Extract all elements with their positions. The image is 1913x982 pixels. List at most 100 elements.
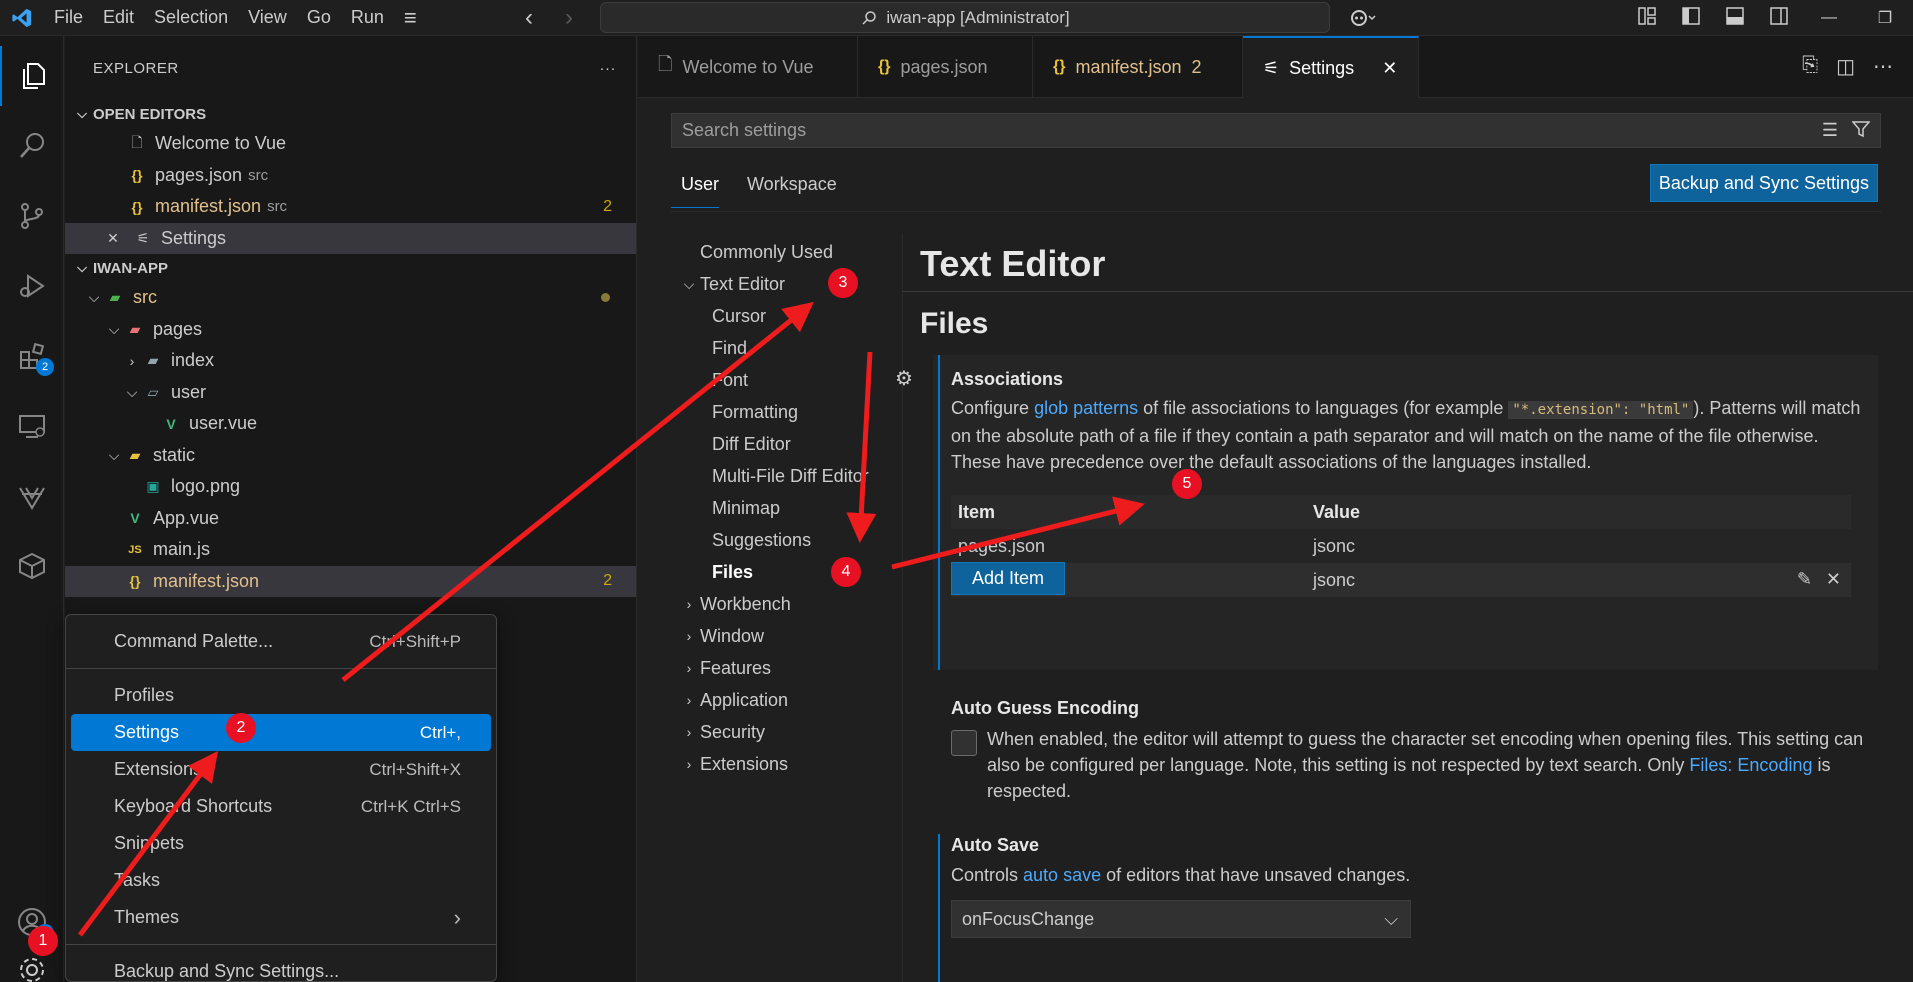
toggle-panel-icon[interactable] <box>1718 6 1752 30</box>
menu-settings[interactable]: Settings Ctrl+, <box>71 714 491 751</box>
toc-item[interactable]: Suggestions <box>678 524 938 556</box>
setting-description: When enabled, the editor will attempt to… <box>987 729 1864 801</box>
restore-icon[interactable]: ❐ <box>1862 8 1908 28</box>
glob-patterns-link[interactable]: glob patterns <box>1034 398 1138 418</box>
menu-run[interactable]: Run <box>341 7 394 28</box>
menu-extensions[interactable]: Extensions Ctrl+Shift+X <box>71 751 491 788</box>
setting-gear-icon[interactable]: ⚙ <box>895 366 913 391</box>
tree-file[interactable]: V App.vue <box>65 503 636 535</box>
layout-icon[interactable] <box>1630 6 1664 30</box>
toc-item[interactable]: › Workbench <box>678 588 938 620</box>
auto-guess-checkbox[interactable] <box>951 730 977 756</box>
run-debug-icon[interactable] <box>0 256 64 316</box>
scope-tab-user[interactable]: User <box>671 174 720 208</box>
source-control-icon[interactable] <box>0 186 64 246</box>
scope-tab-workspace[interactable]: Workspace <box>737 174 837 208</box>
tree-file[interactable]: V user.vue <box>65 408 636 440</box>
tab-settings[interactable]: ⚟ Settings ✕ <box>1243 36 1419 98</box>
row-value: jsonc <box>1313 535 1356 556</box>
settings-search-input[interactable]: Search settings ☰ <box>671 113 1881 148</box>
remote-explorer-icon[interactable] <box>0 396 64 456</box>
menu-shortcut: Ctrl+Shift+X <box>369 759 461 779</box>
toc-item[interactable]: Cursor <box>678 300 938 332</box>
search-icon[interactable] <box>0 116 64 176</box>
clear-search-icon[interactable]: ☰ <box>1822 120 1838 143</box>
menu-file[interactable]: File <box>44 7 93 28</box>
explorer-icon[interactable] <box>0 46 64 106</box>
menu-profiles[interactable]: Profiles <box>71 677 491 714</box>
menu-tasks[interactable]: Tasks <box>71 862 491 899</box>
auto-save-select[interactable]: onFocusChange ⌵ <box>951 900 1411 938</box>
tab-welcome[interactable]: 🗋 Welcome to Vue <box>638 36 858 98</box>
close-tab-icon[interactable]: ✕ <box>1382 58 1397 79</box>
tree-folder[interactable]: › ▰ index <box>65 345 636 377</box>
forward-arrow-icon[interactable]: › <box>565 4 573 32</box>
open-editor-item[interactable]: {} manifest.json src 2 <box>65 191 636 223</box>
tree-folder[interactable]: ⌵ ▱ user <box>65 377 636 409</box>
tab-pages-json[interactable]: {} pages.json <box>858 36 1033 98</box>
menu-backup-sync[interactable]: Backup and Sync Settings... <box>71 953 491 982</box>
menu-snippets[interactable]: Snippets <box>71 825 491 862</box>
toc-item[interactable]: Commonly Used <box>678 236 938 268</box>
remove-item-icon[interactable]: ✕ <box>1826 569 1841 590</box>
more-menu-icon[interactable]: ≡ <box>394 5 427 31</box>
toggle-primary-sidebar-icon[interactable] <box>1674 6 1708 30</box>
menu-go[interactable]: Go <box>297 7 341 28</box>
extensions-icon[interactable]: 2 <box>0 326 64 386</box>
menu-themes[interactable]: Themes › <box>71 899 491 936</box>
toc-item[interactable]: Find <box>678 332 938 364</box>
toggle-secondary-sidebar-icon[interactable] <box>1762 6 1796 30</box>
auto-save-link[interactable]: auto save <box>1023 865 1101 885</box>
toc-item[interactable]: › Security <box>678 716 938 748</box>
menu-view[interactable]: View <box>238 7 297 28</box>
toc-item[interactable]: › Features <box>678 652 938 684</box>
toc-item[interactable]: ⌵ Text Editor <box>678 268 938 300</box>
files-encoding-link[interactable]: Files: Encoding <box>1689 755 1812 775</box>
tree-file[interactable]: ▣ logo.png <box>65 471 636 503</box>
table-row[interactable]: pages.json jsonc <box>951 529 1851 563</box>
toc-item-active[interactable]: Files <box>678 556 938 588</box>
toc-item[interactable]: › Window <box>678 620 938 652</box>
open-editor-item[interactable]: ✕ ⚟ Settings <box>65 222 636 254</box>
menu-edit[interactable]: Edit <box>93 7 144 28</box>
vue-devtools-icon[interactable] <box>0 466 64 526</box>
tree-folder[interactable]: ⌵ ▰ static <box>65 440 636 472</box>
minimize-icon[interactable]: — <box>1806 9 1852 27</box>
back-arrow-icon[interactable]: ‹ <box>525 4 533 32</box>
backup-sync-button[interactable]: Backup and Sync Settings <box>1649 164 1878 202</box>
toc-item[interactable]: Multi-File Diff Editor <box>678 460 938 492</box>
tree-folder[interactable]: ⌵ ▰ pages <box>65 314 636 346</box>
filter-icon[interactable] <box>1851 120 1871 143</box>
package-icon[interactable] <box>0 536 64 596</box>
menu-command-palette[interactable]: Command Palette... Ctrl+Shift+P <box>71 623 491 660</box>
tree-label: manifest.json <box>153 570 260 591</box>
open-settings-json-icon[interactable]: ⎘ <box>1802 54 1818 79</box>
split-editor-icon[interactable]: ◫ <box>1836 54 1855 79</box>
toc-item[interactable]: Minimap <box>678 492 938 524</box>
add-item-button[interactable]: Add Item <box>951 562 1066 595</box>
setting-description: Configure glob patterns of file associat… <box>951 398 1861 472</box>
edit-pencil-icon[interactable]: ✎ <box>1797 569 1812 590</box>
menu-keyboard-shortcuts[interactable]: Keyboard Shortcuts Ctrl+K Ctrl+S <box>71 788 491 825</box>
tab-label: pages.json <box>900 56 988 77</box>
tree-file[interactable]: {} manifest.json 2 <box>65 565 636 597</box>
more-actions-icon[interactable]: ··· <box>600 60 617 77</box>
table-row[interactable]: manifest.json jsonc ✎ ✕ <box>951 563 1851 597</box>
toc-item[interactable]: › Application <box>678 684 938 716</box>
tab-manifest-json[interactable]: {} manifest.json 2 <box>1033 36 1243 98</box>
tree-folder[interactable]: ⌵ ▰ src <box>65 282 636 314</box>
open-editor-item[interactable]: 🗋 Welcome to Vue <box>65 128 636 160</box>
more-actions-icon[interactable]: ⋯ <box>1873 54 1893 79</box>
toc-item[interactable]: Diff Editor <box>678 428 938 460</box>
open-editors-header[interactable]: ⌵ OPEN EDITORS <box>65 100 636 128</box>
command-center-search[interactable]: iwan-app [Administrator] <box>600 2 1330 33</box>
menu-label: Profiles <box>114 685 175 705</box>
toc-item[interactable]: Formatting <box>678 396 938 428</box>
tree-file[interactable]: JS main.js <box>65 534 636 566</box>
project-header[interactable]: ⌵ IWAN-APP <box>65 254 636 282</box>
open-editor-item[interactable]: {} pages.json src <box>65 160 636 192</box>
toc-item[interactable]: › Extensions <box>678 748 938 780</box>
close-icon[interactable]: ✕ <box>101 230 125 247</box>
menu-selection[interactable]: Selection <box>144 7 238 28</box>
copilot-icon[interactable] <box>1350 0 1376 36</box>
